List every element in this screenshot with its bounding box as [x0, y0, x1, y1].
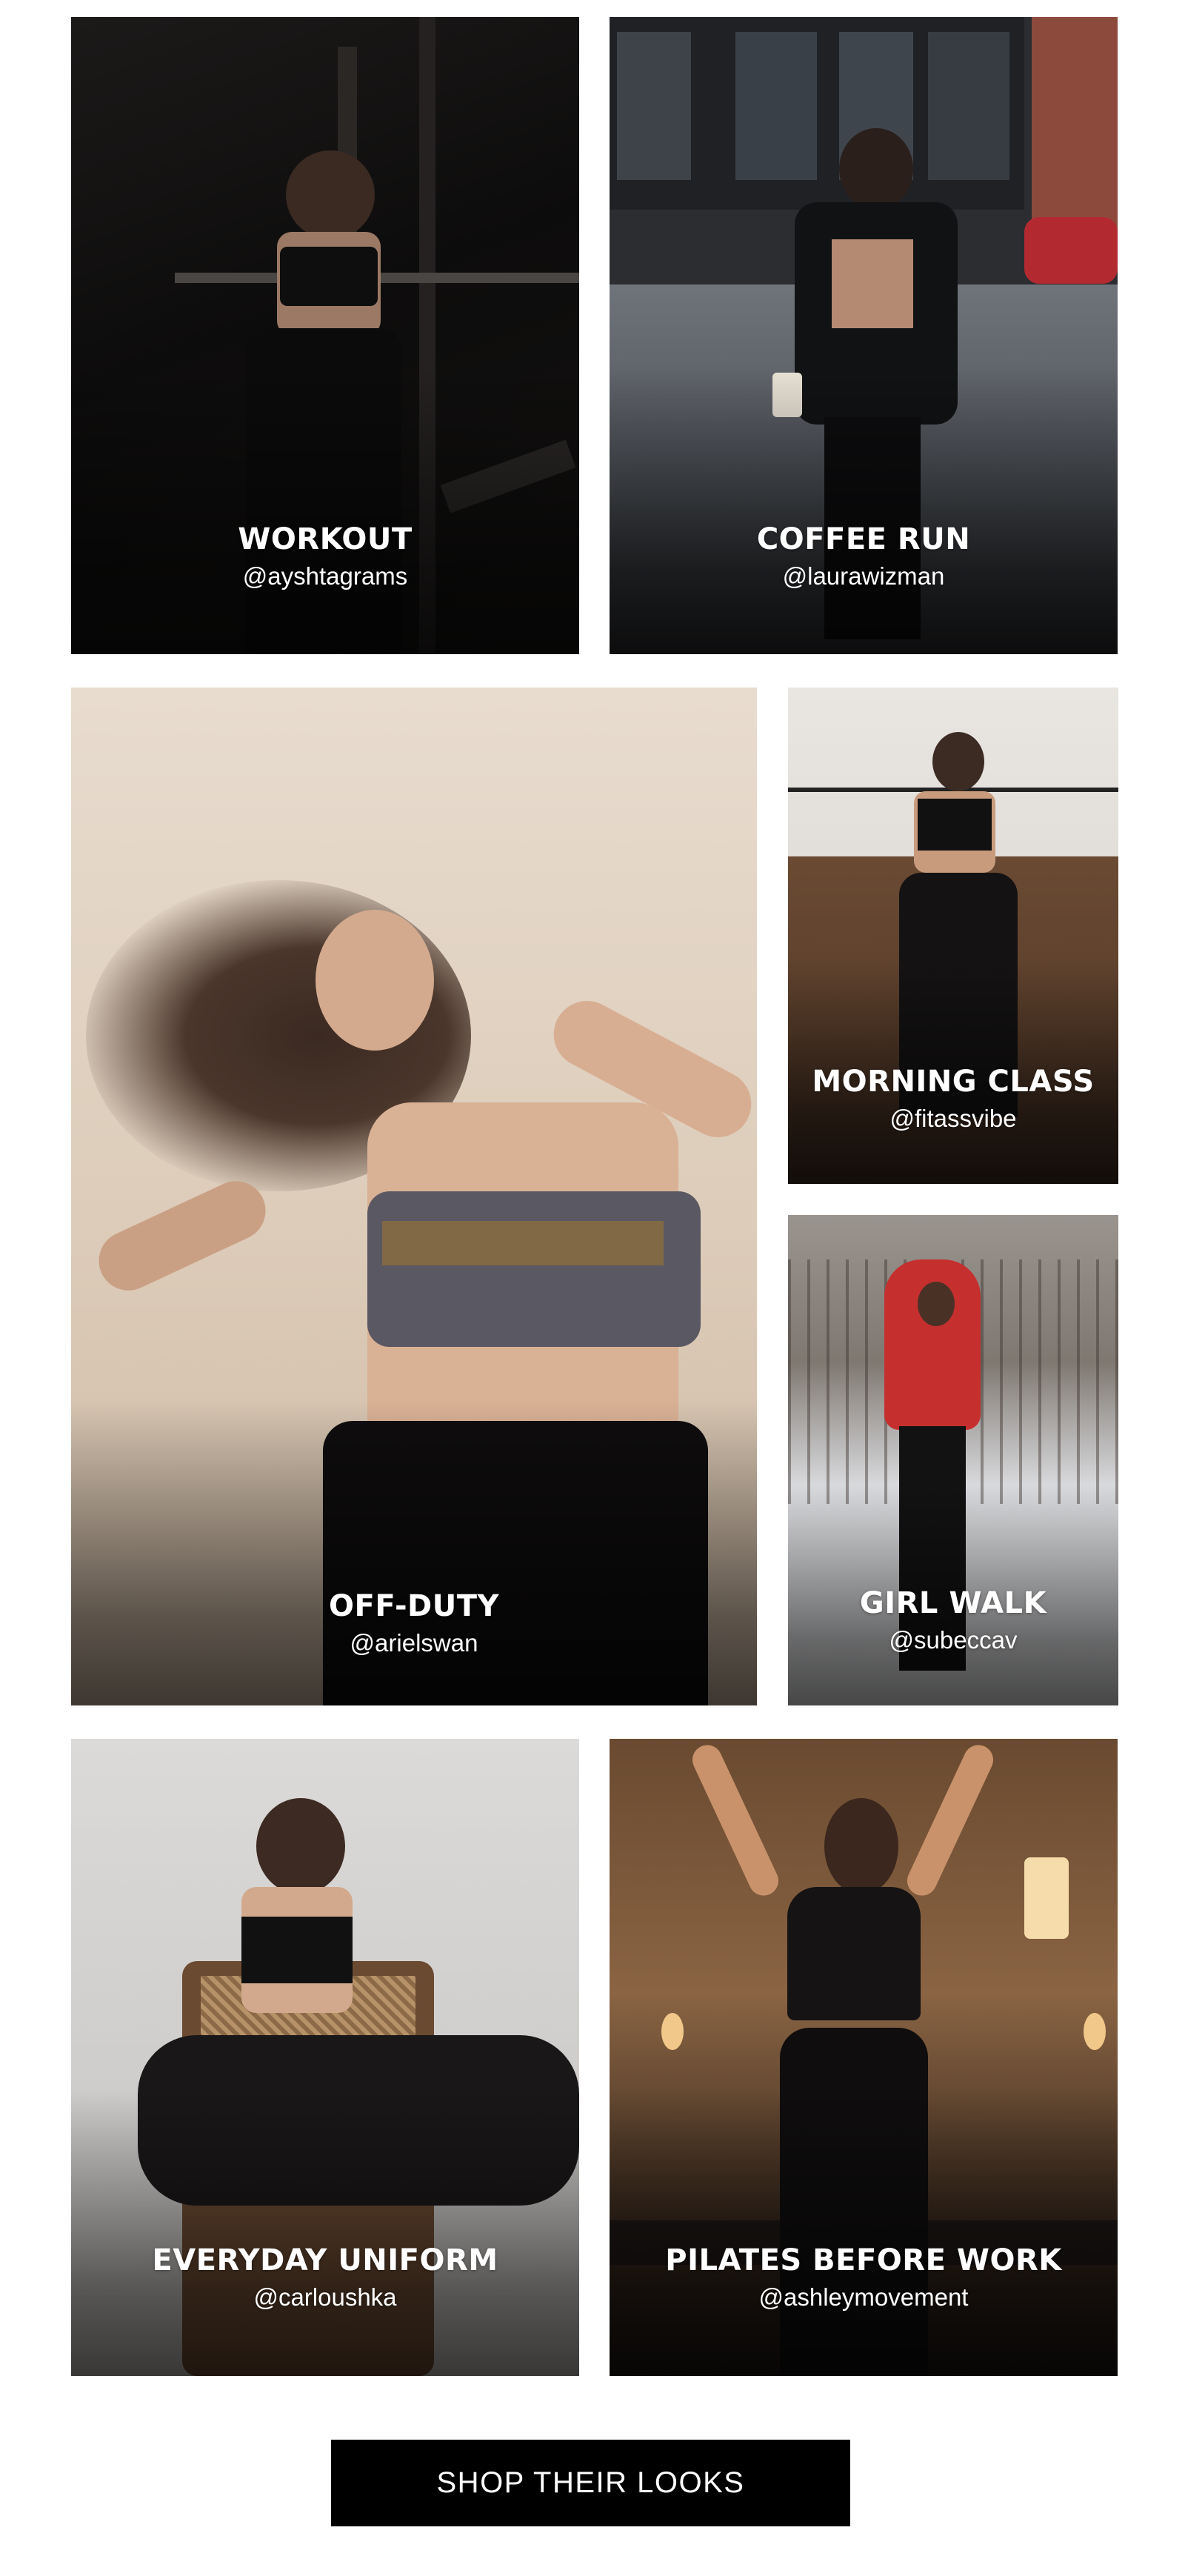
look-title: OFF-DUTY — [329, 1589, 499, 1623]
look-title: WORKOUT — [238, 522, 413, 556]
creator-handle[interactable]: @arielswan — [71, 1629, 757, 1657]
look-card-girl-walk[interactable]: GIRL WALK @subeccav — [788, 1215, 1118, 1705]
model-silhouette — [316, 910, 434, 1051]
look-title: PILATES BEFORE WORK — [665, 2243, 1062, 2277]
model-silhouette — [256, 1798, 345, 1894]
model-silhouette — [824, 1798, 898, 1894]
creator-handle[interactable]: @fitassvibe — [788, 1105, 1118, 1132]
studio-lights-graphic — [1024, 1857, 1069, 1939]
creator-handle[interactable]: @carloushka — [71, 2283, 579, 2311]
everyday-uniform-caption: EVERYDAY UNIFORM @carloushka — [71, 2244, 579, 2311]
athlete-silhouette — [286, 150, 375, 239]
look-card-everyday-uniform[interactable]: EVERYDAY UNIFORM @carloushka — [71, 1739, 579, 2376]
workout-caption: WORKOUT @ayshtagrams — [71, 523, 579, 590]
shop-their-looks-button[interactable]: SHOP THEIR LOOKS — [331, 2440, 850, 2526]
look-card-pilates-before-work[interactable]: PILATES BEFORE WORK @ashleymovement — [610, 1739, 1118, 2376]
pilates-before-work-caption: PILATES BEFORE WORK @ashleymovement — [610, 2244, 1118, 2311]
creator-handle[interactable]: @ashleymovement — [610, 2283, 1118, 2311]
coffee-run-caption: COFFEE RUN @laurawizman — [610, 523, 1118, 590]
look-card-coffee-run[interactable]: COFFEE RUN @laurawizman — [610, 17, 1118, 654]
look-card-workout[interactable]: WORKOUT @ayshtagrams — [71, 17, 579, 654]
off-duty-caption: OFF-DUTY @arielswan — [71, 1590, 757, 1657]
creator-handle[interactable]: @ayshtagrams — [71, 562, 579, 590]
morning-class-caption: MORNING CLASS @fitassvibe — [788, 1065, 1118, 1132]
walker-silhouette — [839, 128, 913, 210]
creator-handle[interactable]: @laurawizman — [610, 562, 1118, 590]
parked-car — [1024, 217, 1118, 284]
look-title: COFFEE RUN — [756, 522, 971, 556]
look-title: EVERYDAY UNIFORM — [152, 2243, 498, 2277]
look-card-off-duty[interactable]: OFF-DUTY @arielswan — [71, 688, 757, 1705]
girl-walk-caption: GIRL WALK @subeccav — [788, 1587, 1118, 1654]
look-card-morning-class[interactable]: MORNING CLASS @fitassvibe — [788, 688, 1118, 1184]
sports-bra-graphic — [367, 1191, 701, 1347]
look-title: GIRL WALK — [859, 1586, 1047, 1620]
creator-handle[interactable]: @subeccav — [788, 1626, 1118, 1654]
dancer-silhouette — [932, 732, 984, 791]
look-title: MORNING CLASS — [812, 1065, 1095, 1099]
